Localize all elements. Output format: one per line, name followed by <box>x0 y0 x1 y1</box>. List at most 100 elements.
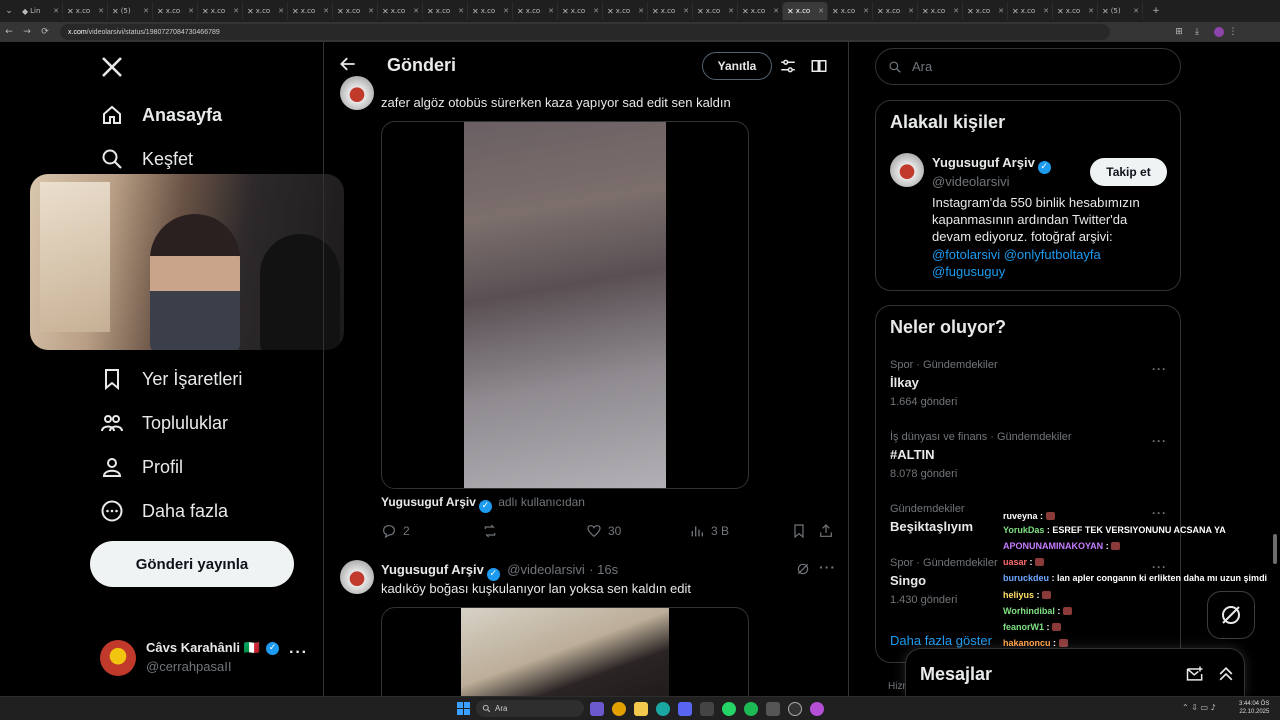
tweet-time[interactable]: · 16s <box>589 562 618 577</box>
close-tab-icon[interactable]: ✕ <box>278 7 284 15</box>
browser-tab[interactable]: ✕ x.co ✕ <box>378 2 423 20</box>
sidebar-item-explore[interactable]: Keşfet <box>100 147 193 171</box>
related-avatar[interactable] <box>890 153 924 187</box>
browser-tab[interactable]: ✕ x.co ✕ <box>63 2 108 20</box>
sidebar-item-communities[interactable]: Topluluklar <box>100 411 228 435</box>
close-tab-icon[interactable]: ✕ <box>953 7 959 15</box>
browser-tab[interactable]: ✕ x.co ✕ <box>918 2 963 20</box>
taskbar-search[interactable]: Ara <box>476 700 584 717</box>
browser-tab[interactable]: ✕ x.co ✕ <box>333 2 378 20</box>
close-tab-icon[interactable]: ✕ <box>1088 7 1094 15</box>
browser-tab[interactable]: ✕ x.co ✕ <box>828 2 873 20</box>
whatsapp-icon[interactable] <box>722 702 736 716</box>
x-logo[interactable] <box>100 55 126 81</box>
close-tab-icon[interactable]: ✕ <box>638 7 644 15</box>
browser-tab[interactable]: ✕ (5) ✕ <box>108 2 153 20</box>
close-tab-icon[interactable]: ✕ <box>323 7 329 15</box>
close-tab-icon[interactable]: ✕ <box>188 7 194 15</box>
browser-tab[interactable]: ✕ x.co ✕ <box>513 2 558 20</box>
scrollbar[interactable] <box>1273 534 1277 564</box>
download-icon[interactable]: ⤓ <box>1188 27 1206 37</box>
like-action[interactable]: 30 <box>586 523 621 539</box>
close-tab-icon[interactable]: ✕ <box>908 7 914 15</box>
file-explorer-icon[interactable] <box>634 702 648 716</box>
reply-button[interactable]: Yanıtla <box>702 52 772 80</box>
sidebar-item-profile[interactable]: Profil <box>100 455 183 479</box>
sidebar-item-home[interactable]: Anasayfa <box>100 103 222 127</box>
trend-more-icon[interactable]: ··· <box>1152 506 1167 520</box>
obs-icon[interactable] <box>788 702 802 716</box>
close-tab-icon[interactable]: ✕ <box>998 7 1004 15</box>
video-player[interactable] <box>381 121 749 489</box>
bookmark-action[interactable] <box>791 523 807 539</box>
browser-tab[interactable]: ✕ x.co ✕ <box>873 2 918 20</box>
app-icon[interactable] <box>766 702 780 716</box>
close-tab-icon[interactable]: ✕ <box>818 7 824 15</box>
browser-tab[interactable]: ✕ x.co ✕ <box>198 2 243 20</box>
browser-tab[interactable]: ✕ x.co ✕ <box>693 2 738 20</box>
related-bio-links[interactable]: @fotolarsivi @onlyfutboltayfa @fugusuguy <box>932 246 1162 280</box>
grok-floating-button[interactable] <box>1207 591 1255 639</box>
close-tab-icon[interactable]: ✕ <box>593 7 599 15</box>
close-tab-icon[interactable]: ✕ <box>53 7 59 15</box>
reply-action[interactable]: 2 <box>381 523 410 539</box>
tweet-avatar[interactable] <box>340 560 374 594</box>
trend-more-icon[interactable]: ··· <box>1152 362 1167 376</box>
chrome-icon[interactable] <box>612 702 626 716</box>
post-button[interactable]: Gönderi yayınla <box>90 541 294 587</box>
spotify-icon[interactable] <box>744 702 758 716</box>
new-message-icon[interactable] <box>1185 664 1205 689</box>
reload-icon[interactable]: ⟳ <box>36 27 54 37</box>
close-tab-icon[interactable]: ✕ <box>503 7 509 15</box>
trend-item[interactable]: Spor · Gündemdekiler İlkay 1.664 gönderi <box>890 359 1170 414</box>
trend-more-icon[interactable]: ··· <box>1152 560 1167 574</box>
browser-tab[interactable]: ✕ x.co ✕ <box>423 2 468 20</box>
close-tab-icon[interactable]: ✕ <box>683 7 689 15</box>
tray-icons[interactable]: ⌃ ⇩ ▭ ♪ <box>1182 703 1216 712</box>
browser-tab[interactable]: ✕ x.co ✕ <box>288 2 333 20</box>
profile-avatar[interactable] <box>1214 27 1224 37</box>
video-player[interactable] <box>381 607 749 696</box>
related-name-row[interactable]: Yugusuguf Arşiv ✓ <box>932 154 1051 174</box>
browser-tab[interactable]: ✕ x.co ✕ <box>603 2 648 20</box>
browser-icon[interactable] <box>810 702 824 716</box>
close-tab-icon[interactable]: ✕ <box>368 7 374 15</box>
account-more-icon[interactable]: ··· <box>289 644 308 662</box>
close-tab-icon[interactable]: ✕ <box>728 7 734 15</box>
trend-more-icon[interactable]: ··· <box>1152 434 1167 448</box>
close-tab-icon[interactable]: ✕ <box>863 7 869 15</box>
browser-menu-icon[interactable]: ⋮ <box>1224 27 1242 37</box>
discord-icon[interactable] <box>678 702 692 716</box>
url-field[interactable]: x.com/videolarsivi/status/19807270847304… <box>60 24 1110 40</box>
tweet-author-handle[interactable]: @videolarsivi <box>507 562 585 577</box>
start-icon[interactable] <box>457 702 470 715</box>
views-action[interactable]: 3 B <box>689 523 729 539</box>
share-action[interactable] <box>818 523 834 539</box>
back-arrow-icon[interactable]: ← <box>0 27 18 37</box>
browser-tab[interactable]: ✕ x.co ✕ <box>558 2 603 20</box>
browser-tab[interactable]: ◆ Lin ✕ <box>18 2 63 20</box>
new-tab-button[interactable]: + <box>1147 6 1165 16</box>
browser-tab[interactable]: ✕ (5) ✕ <box>1098 2 1143 20</box>
app-icon[interactable] <box>700 702 714 716</box>
close-tab-icon[interactable]: ✕ <box>143 7 149 15</box>
search-box[interactable]: Ara <box>875 48 1181 85</box>
close-tab-icon[interactable]: ✕ <box>1043 7 1049 15</box>
tweet-avatar[interactable] <box>340 76 374 110</box>
tab-menu-icon[interactable]: ⌄ <box>0 6 18 16</box>
close-tab-icon[interactable]: ✕ <box>548 7 554 15</box>
browser-tab[interactable]: ✕ x.co ✕ <box>153 2 198 20</box>
show-more-link[interactable]: Daha fazla göster <box>890 633 992 648</box>
browser-tab[interactable]: ✕ x.co ✕ <box>468 2 513 20</box>
grok-icon[interactable] <box>795 561 811 582</box>
browser-tab[interactable]: ✕ x.co ✕ <box>1053 2 1098 20</box>
related-handle[interactable]: @videolarsivi <box>932 174 1010 189</box>
close-tab-icon[interactable]: ✕ <box>773 7 779 15</box>
trend-item[interactable]: İş dünyası ve finans · Gündemdekiler #AL… <box>890 431 1170 486</box>
trend-item[interactable]: Gündemdekiler Beşiktaşlıyım <box>890 503 1170 543</box>
forward-arrow-icon[interactable]: → <box>18 27 36 37</box>
close-tab-icon[interactable]: ✕ <box>413 7 419 15</box>
browser-tab[interactable]: ✕ x.co ✕ <box>1008 2 1053 20</box>
browser-tab[interactable]: ✕ x.co ✕ <box>783 2 828 20</box>
repost-action[interactable] <box>482 523 498 539</box>
